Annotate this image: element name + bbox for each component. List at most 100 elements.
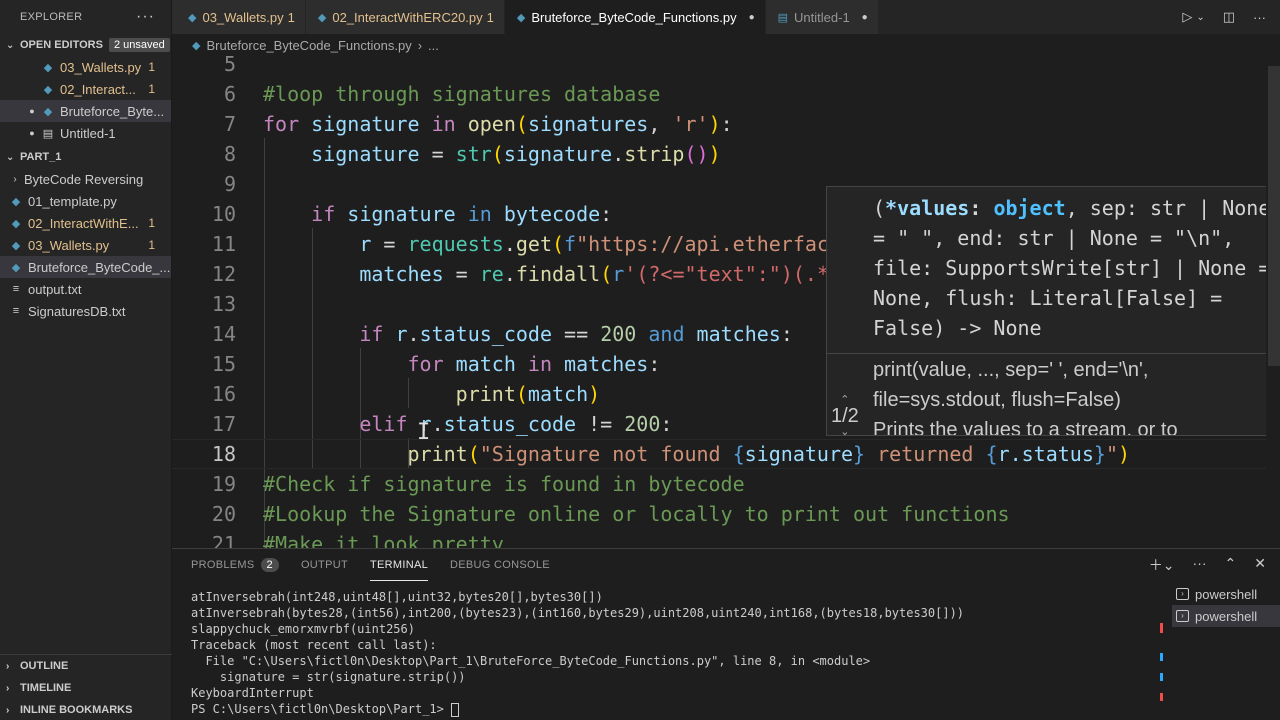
- file-label: output.txt: [28, 281, 82, 297]
- line-number: 5: [223, 56, 236, 76]
- file-label: 03_Wallets.py: [28, 237, 110, 253]
- code-token: in: [467, 202, 492, 226]
- workspace-file-list: › ByteCode Reversing ◆ 01_template.py ◆ 02_In…: [0, 168, 171, 322]
- code-token: .: [503, 262, 516, 286]
- breadcrumb-symbol[interactable]: ...: [428, 38, 439, 53]
- line-number: 9: [223, 172, 236, 196]
- terminal-output[interactable]: atInversebrah(int248,uint48[],uint32,byt…: [191, 589, 1151, 717]
- chevron-right-icon: ›: [6, 660, 10, 672]
- file-item[interactable]: ◆ Bruteforce_ByteCode_...: [0, 256, 171, 278]
- open-editors-header[interactable]: ⌄ OPEN EDITORS 2 unsaved: [0, 34, 171, 56]
- collapsed-section-header[interactable]: › TIMELINE: [0, 677, 172, 699]
- panel-tab-label: TERMINAL: [369, 558, 429, 571]
- code-line[interactable]: 8 signature = str(signature.strip()): [172, 139, 1272, 169]
- editor-tab[interactable]: ◆ Bruteforce_ByteCode_Functions.py ●: [504, 0, 766, 34]
- sidebar-bottom-sections: › OUTLINE › TIMELINE › INLINE BOOKMARKS: [0, 654, 172, 720]
- python-file-icon: ◆: [188, 11, 197, 24]
- info-decoration: [1160, 653, 1163, 661]
- code-text: #Make it look pretty: [263, 532, 504, 548]
- run-icon[interactable]: ▷: [1182, 9, 1192, 25]
- code-token: r: [263, 232, 372, 256]
- file-item[interactable]: ≡ SignaturesDB.txt: [0, 300, 171, 322]
- file-label: 01_template.py: [28, 193, 117, 209]
- signature-token: object: [993, 196, 1066, 220]
- breadcrumb-separator: ›: [417, 37, 423, 53]
- code-line[interactable]: 6 #loop through signatures database: [172, 79, 1272, 109]
- split-editor-icon[interactable]: ◫: [1223, 9, 1235, 25]
- chevron-down-icon[interactable]: ⌄: [840, 427, 849, 436]
- doc-description: Prints the values to a stream, or to: [873, 419, 1178, 436]
- breadcrumb-file[interactable]: Bruteforce_ByteCode_Functions.py: [206, 38, 411, 53]
- terminal-icon: ›: [1176, 610, 1189, 622]
- terminal-instance[interactable]: › powershell: [1172, 583, 1280, 605]
- python-file-icon: ◆: [43, 61, 53, 74]
- code-token: if: [263, 202, 336, 226]
- editor-tab[interactable]: ◆ 03_Wallets.py 1: [172, 0, 306, 34]
- code-token: in: [431, 112, 456, 136]
- text-file-icon: ≡: [12, 305, 20, 317]
- chevron-right-icon: ›: [6, 704, 10, 716]
- close-icon[interactable]: ✕: [1254, 555, 1266, 575]
- file-item[interactable]: ≡ output.txt: [0, 278, 171, 300]
- unsaved-dot-icon[interactable]: ●: [749, 12, 755, 23]
- open-editor-item[interactable]: ◆ 03_Wallets.py 1: [0, 56, 171, 78]
- more-actions-icon[interactable]: ···: [1253, 10, 1266, 25]
- more-actions-icon[interactable]: ···: [136, 8, 155, 26]
- panel-tab[interactable]: DEBUG CONSOLE: [450, 549, 550, 581]
- tab-label: Untitled-1: [794, 9, 850, 25]
- panel-tab[interactable]: PROBLEMS 2: [191, 549, 279, 581]
- code-token: get: [515, 232, 552, 256]
- editor-tab[interactable]: ▤ Untitled-1 ●: [765, 0, 879, 34]
- panel-tab[interactable]: OUTPUT: [301, 549, 348, 581]
- mouse-text-cursor-icon: I: [417, 420, 431, 445]
- chevron-down-icon[interactable]: ⌄: [1196, 12, 1204, 23]
- code-line[interactable]: 7 for signature in open(signatures, 'r'):: [172, 109, 1272, 139]
- breadcrumb: ◆ Bruteforce_ByteCode_Functions.py › ...: [172, 34, 1280, 56]
- maximize-panel-icon[interactable]: ⌃: [1225, 555, 1237, 575]
- line-number: 11: [211, 232, 236, 256]
- editor-scrollbar[interactable]: [1266, 56, 1280, 548]
- untitled-file-icon: ▤: [777, 11, 789, 24]
- open-editor-item[interactable]: ● ◆ Bruteforce_Byte...: [0, 100, 171, 122]
- workspace-header[interactable]: ⌄ PART_1: [0, 146, 171, 168]
- folder-item[interactable]: › ByteCode Reversing: [0, 168, 171, 190]
- code-token: :: [648, 352, 661, 376]
- chevron-down-icon: ⌄: [6, 39, 15, 51]
- editor-tab[interactable]: ◆ 02_InteractWithERC20.py 1: [305, 0, 505, 34]
- code-line[interactable]: 19 #Check if signature is found in byteco…: [172, 469, 1272, 499]
- collapsed-section-header[interactable]: › OUTLINE: [0, 655, 172, 677]
- signature-token: :: [969, 196, 994, 220]
- file-item[interactable]: ◆ 02_InteractWithE... 1: [0, 212, 171, 234]
- terminal-prompt-line[interactable]: PS C:\Users\fictl0n\Desktop\Part_1>: [191, 701, 1151, 717]
- file-item[interactable]: ◆ 03_Wallets.py 1: [0, 234, 171, 256]
- line-number: 18: [211, 442, 236, 466]
- code-line[interactable]: 20 #Lookup the Signature online or locall…: [172, 499, 1272, 529]
- unsaved-dot-icon: ●: [29, 128, 35, 138]
- code-token: !=: [576, 412, 625, 436]
- code-token: ): [708, 142, 721, 166]
- overload-navigator[interactable]: ⌃ 1/2 ⌄: [831, 395, 859, 436]
- new-terminal-icon[interactable]: ＋⌄: [1149, 555, 1175, 575]
- more-actions-icon[interactable]: ···: [1193, 555, 1207, 575]
- popup-divider: [827, 353, 1279, 354]
- bottom-panel: PROBLEMS 2 OUTPUT TERMINAL DEBUG CONSOLE ＋⌄ …: [172, 548, 1280, 720]
- code-line[interactable]: 5: [172, 56, 1272, 79]
- open-editor-item[interactable]: ◆ 02_Interact... 1: [0, 78, 171, 100]
- file-item[interactable]: ◆ 01_template.py: [0, 190, 171, 212]
- code-text: print("Signature not found {signature} r…: [263, 442, 1130, 466]
- tab-problem-count: 1: [287, 9, 295, 25]
- chevron-up-icon[interactable]: ⌃: [840, 395, 849, 406]
- unsaved-dot-icon[interactable]: ●: [862, 12, 868, 23]
- code-token: returned: [865, 442, 986, 466]
- panel-tab[interactable]: TERMINAL: [369, 549, 429, 581]
- terminal-line: signature = str(signature.strip()): [191, 670, 466, 684]
- code-line[interactable]: 21 #Make it look pretty: [172, 529, 1272, 548]
- open-editor-item[interactable]: ● ▤ Untitled-1: [0, 122, 171, 144]
- code-line[interactable]: 18 print("Signature not found {signature…: [172, 439, 1272, 469]
- line-number: 10: [211, 202, 236, 226]
- section-title: TIMELINE: [20, 682, 72, 694]
- scrollbar-slider[interactable]: [1268, 66, 1280, 366]
- code-token: (: [600, 262, 613, 286]
- terminal-instance[interactable]: › powershell: [1172, 605, 1280, 627]
- collapsed-section-header[interactable]: › INLINE BOOKMARKS: [0, 699, 172, 720]
